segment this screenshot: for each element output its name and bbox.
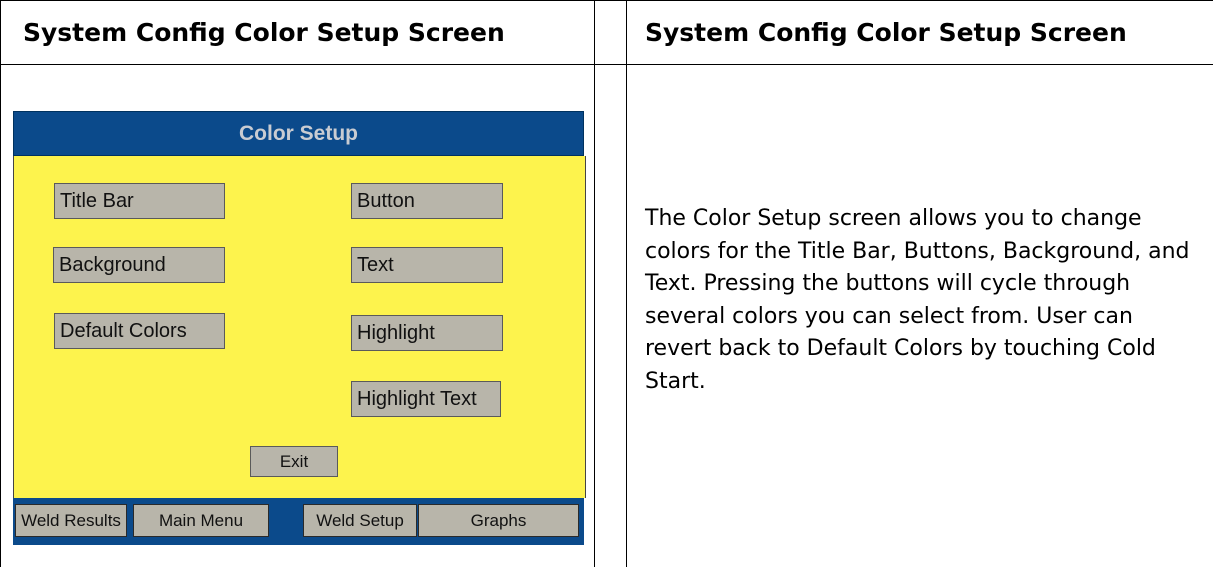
table-border-left — [0, 0, 1, 567]
highlight-button[interactable]: Highlight — [351, 315, 503, 351]
column-divider-2 — [626, 0, 627, 567]
header-divider — [0, 64, 1213, 65]
default-colors-button[interactable]: Default Colors — [54, 313, 225, 349]
background-button[interactable]: Background — [53, 247, 225, 283]
tab-weld-setup[interactable]: Weld Setup — [303, 504, 417, 537]
color-setup-panel: Title Bar Button Background Text Default… — [13, 156, 586, 498]
bottom-nav-bar: Weld Results Main Menu Weld Setup Graphs — [13, 498, 584, 545]
right-header: System Config Color Setup Screen — [645, 17, 1127, 47]
highlight-text-button[interactable]: Highlight Text — [351, 381, 501, 417]
left-header: System Config Color Setup Screen — [23, 17, 505, 47]
color-setup-screen: Color Setup Title Bar Button Background … — [13, 111, 586, 545]
exit-button[interactable]: Exit — [250, 446, 338, 477]
column-divider-1 — [594, 0, 595, 567]
description-text: The Color Setup screen allows you to cha… — [645, 206, 1190, 394]
title-bar-button[interactable]: Title Bar — [54, 183, 225, 219]
text-color-button[interactable]: Text — [351, 247, 503, 283]
screen-title-bar: Color Setup — [13, 111, 584, 156]
button-color-button[interactable]: Button — [351, 183, 503, 219]
tab-main-menu[interactable]: Main Menu — [133, 504, 269, 537]
tab-weld-results[interactable]: Weld Results — [15, 504, 127, 537]
tab-graphs[interactable]: Graphs — [418, 504, 579, 537]
